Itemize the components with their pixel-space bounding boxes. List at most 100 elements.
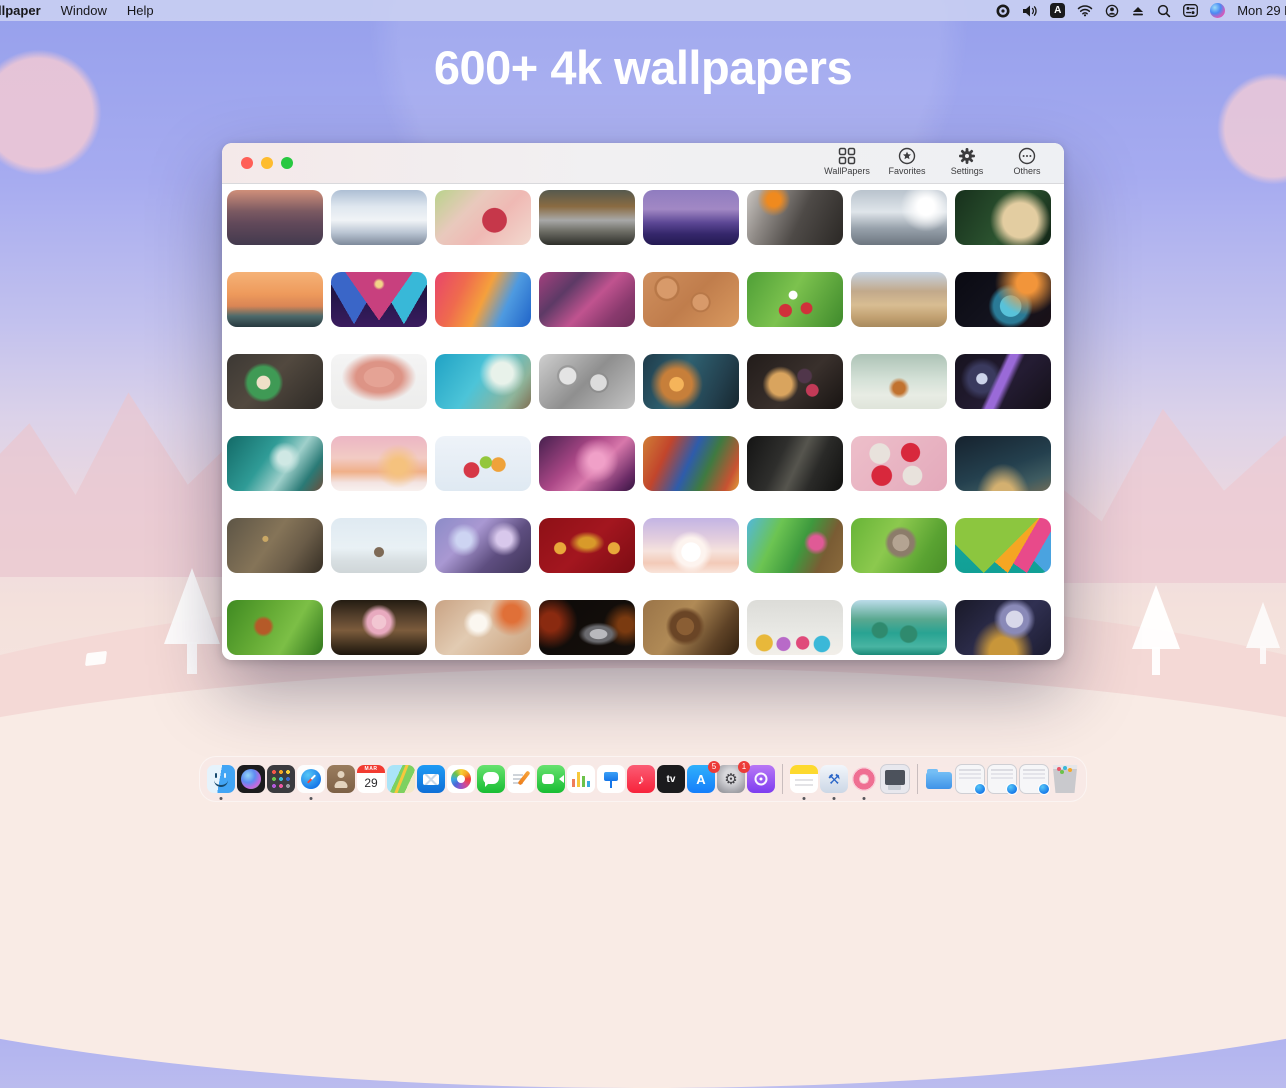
- dock-safari-icon[interactable]: [297, 765, 325, 793]
- wallpaper-thumb-train-station-lights[interactable]: [643, 354, 739, 409]
- dock-downloads-folder-icon[interactable]: [925, 765, 953, 793]
- wallpaper-thumb-teal-lowpoly-mountains[interactable]: [955, 518, 1051, 573]
- menu-bar-clock[interactable]: Mon 29 M: [1237, 3, 1286, 18]
- tab-settings[interactable]: Settings: [944, 147, 990, 176]
- dock-notes-icon[interactable]: [790, 765, 818, 793]
- menu-item-help[interactable]: Help: [127, 3, 154, 18]
- zoom-window-button[interactable]: [281, 157, 293, 169]
- wallpaper-thumb-green-latte[interactable]: [227, 354, 323, 409]
- dock-podcasts-icon[interactable]: [747, 765, 775, 793]
- dock: MAR29 ♪tvA5⚙1 ⚒: [199, 756, 1087, 802]
- wallpaper-thumb-wild-strawberries[interactable]: [747, 272, 843, 327]
- dock-photos-icon[interactable]: [447, 765, 475, 793]
- wallpaper-thumb-rifle-dark[interactable]: [747, 436, 843, 491]
- wallpaper-thumb-overwater-bungalows-night[interactable]: [643, 190, 739, 245]
- wallpaper-thumb-turquoise-reef[interactable]: [435, 354, 531, 409]
- window-titlebar[interactable]: WallPapers Favorites Settings Others: [222, 143, 1064, 184]
- menu-app-name[interactable]: Wallpaper: [0, 3, 41, 18]
- dock-maps-icon[interactable]: [387, 765, 415, 793]
- wallpaper-thumb-grand-canyon-airship[interactable]: [227, 190, 323, 245]
- dock-launchpad-icon[interactable]: [267, 765, 295, 793]
- dock-minimized-window-icon[interactable]: [955, 764, 985, 794]
- dock-wallpaper-app-icon[interactable]: [850, 765, 878, 793]
- siri-icon[interactable]: [1210, 3, 1225, 18]
- dock-keynote-icon[interactable]: [597, 765, 625, 793]
- wallpaper-thumb-pink-ink-cloud[interactable]: [331, 354, 427, 409]
- wallpaper-thumb-birthday-cupcakes[interactable]: [747, 600, 843, 655]
- close-window-button[interactable]: [241, 157, 253, 169]
- wallpaper-thumb-pink-nebula[interactable]: [539, 436, 635, 491]
- wallpaper-thumb-sports-car-dark[interactable]: [539, 600, 635, 655]
- wallpaper-thumb-teal-ocean-waves[interactable]: [227, 436, 323, 491]
- volume-icon[interactable]: [1022, 5, 1038, 17]
- wallpaper-thumb-anime-girls[interactable]: [435, 518, 531, 573]
- wallpaper-thumb-fantasy-moon-scene[interactable]: [955, 600, 1051, 655]
- record-icon[interactable]: [996, 4, 1010, 18]
- dock-mail-icon[interactable]: [417, 765, 445, 793]
- dock-contacts-icon[interactable]: [327, 765, 355, 793]
- wallpaper-thumb-big-sur-waves[interactable]: [435, 272, 531, 327]
- wallpaper-thumb-labrador-dog[interactable]: [955, 190, 1051, 245]
- dock-music-icon[interactable]: ♪: [627, 765, 655, 793]
- wallpaper-thumb-chinese-new-year-red[interactable]: [539, 518, 635, 573]
- wallpaper-thumb-pancakes-berries[interactable]: [747, 354, 843, 409]
- wallpaper-thumb-gray-droplets[interactable]: [539, 354, 635, 409]
- wallpaper-thumb-pink-blossoms[interactable]: [539, 272, 635, 327]
- account-icon[interactable]: [1105, 4, 1119, 18]
- search-icon[interactable]: [1157, 4, 1171, 18]
- minimize-window-button[interactable]: [261, 157, 273, 169]
- dock-screenshot-preview-icon[interactable]: [880, 764, 910, 794]
- dock-tv-icon[interactable]: tv: [657, 765, 685, 793]
- wallpaper-thumb-blue-flower-glow[interactable]: [955, 272, 1051, 327]
- dock-finder-icon[interactable]: [207, 765, 235, 793]
- tab-others[interactable]: Others: [1004, 147, 1050, 176]
- dock-siri-icon[interactable]: [237, 765, 265, 793]
- wallpaper-thumb-misty-autumn-lake[interactable]: [539, 190, 635, 245]
- wallpaper-thumb-cranes-at-sunset[interactable]: [331, 436, 427, 491]
- dock-app-store-icon[interactable]: A5: [687, 765, 715, 793]
- dock-trash-icon[interactable]: [1051, 765, 1079, 793]
- wallpaper-thumb-snowy-mountain-climbers[interactable]: [331, 190, 427, 245]
- dock-messages-icon[interactable]: [477, 765, 505, 793]
- wallpaper-thumb-neon-pyramids[interactable]: [331, 272, 427, 327]
- wallpaper-thumb-cherry-bowl[interactable]: [435, 190, 531, 245]
- wallpaper-thumb-kitten-grass[interactable]: [851, 518, 947, 573]
- tab-wallpapers[interactable]: WallPapers: [824, 147, 870, 176]
- control-center-icon[interactable]: [1183, 4, 1198, 17]
- wallpaper-thumb-dog-on-ledge[interactable]: [331, 518, 427, 573]
- wallpaper-thumb-galaxy-light-beam[interactable]: [955, 354, 1051, 409]
- wallpaper-thumb-love-cupcakes[interactable]: [851, 436, 947, 491]
- wallpaper-thumb-fruit-splash[interactable]: [435, 436, 531, 491]
- tab-favorites[interactable]: Favorites: [884, 147, 930, 176]
- wallpaper-thumb-halong-bay[interactable]: [851, 600, 947, 655]
- wallpaper-thumb-dove-autumn-leaves[interactable]: [435, 600, 531, 655]
- dock-minimized-window-icon[interactable]: [1019, 764, 1049, 794]
- menu-item-window[interactable]: Window: [61, 3, 107, 18]
- wallpaper-thumb-sunset-beach-tower[interactable]: [227, 272, 323, 327]
- wallpaper-thumb-desert-canyon[interactable]: [851, 272, 947, 327]
- dock-pages-icon[interactable]: [507, 765, 535, 793]
- dock-facetime-icon[interactable]: [537, 765, 565, 793]
- wallpaper-thumb-cartoon-valley[interactable]: [747, 518, 843, 573]
- dock-numbers-icon[interactable]: [567, 765, 595, 793]
- wallpaper-thumb-yosemite-firefall[interactable]: [747, 190, 843, 245]
- wallpaper-thumb-squirrel-in-snow[interactable]: [851, 354, 947, 409]
- wallpaper-thumb-abstract-city-painting[interactable]: [643, 436, 739, 491]
- wallpaper-thumb-suv-snowy-road[interactable]: [851, 190, 947, 245]
- tab-favorites-label: Favorites: [888, 166, 925, 176]
- wallpaper-thumb-milky-way-horizon[interactable]: [955, 436, 1051, 491]
- eject-icon[interactable]: [1131, 5, 1145, 17]
- dock-system-preferences-icon[interactable]: ⚙1: [717, 765, 745, 793]
- dock-minimized-window-icon[interactable]: [987, 764, 1017, 794]
- wallpaper-thumb-brown-eggs[interactable]: [643, 272, 739, 327]
- dock-xcode-icon[interactable]: ⚒: [820, 765, 848, 793]
- dock-calendar-icon[interactable]: MAR29: [357, 765, 385, 793]
- wifi-icon[interactable]: [1077, 4, 1093, 17]
- input-source-icon[interactable]: A: [1050, 3, 1065, 18]
- wallpaper-thumb-squirrel-green-grass[interactable]: [227, 600, 323, 655]
- wallpaper-thumb-owl-closeup[interactable]: [227, 518, 323, 573]
- wallpaper-thumb-temple-blossoms[interactable]: [331, 600, 427, 655]
- wallpaper-thumb-lion-portrait[interactable]: [643, 600, 739, 655]
- wallpaper-thumb-pastel-sunrise[interactable]: [643, 518, 739, 573]
- background-tree-right: [1132, 585, 1180, 677]
